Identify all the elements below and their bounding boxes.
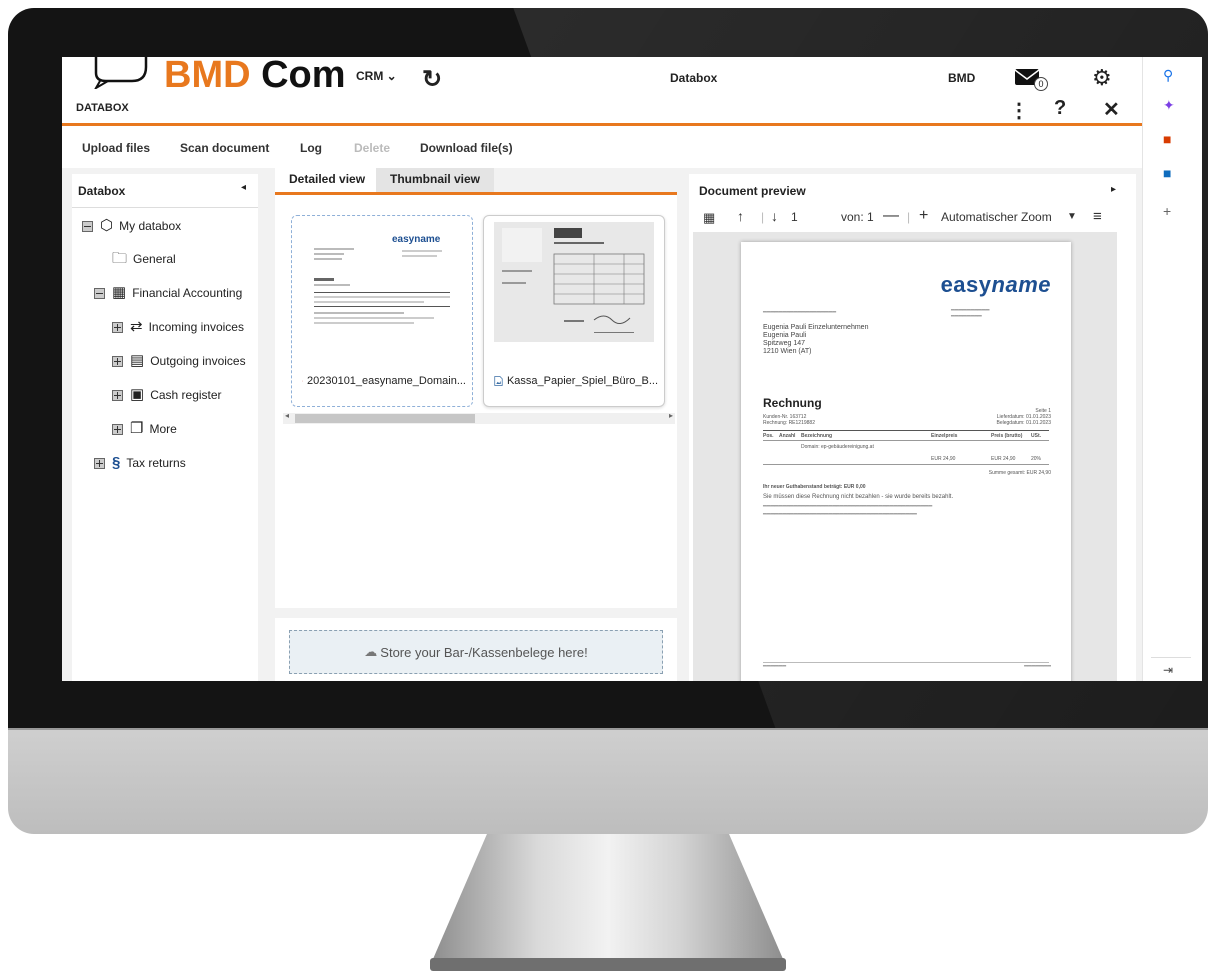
close-icon[interactable]: ✕: [1103, 97, 1120, 122]
document-preview-panel: Document preview ▸ ▦ ↑ | ↓ 1 von: 1 — | …: [689, 174, 1136, 681]
incoming-invoice-icon: ⇄: [130, 318, 143, 335]
add-icon[interactable]: +: [1163, 203, 1171, 219]
office-icon[interactable]: ■: [1163, 131, 1171, 147]
delete-button[interactable]: Delete: [354, 141, 390, 155]
tree-node-financial-accounting[interactable]: ▦ Financial Accounting: [94, 285, 242, 301]
crm-dropdown[interactable]: CRM ⌄: [356, 69, 397, 83]
tree-node-tax-returns[interactable]: § Tax returns: [94, 455, 186, 471]
collapse-left-icon[interactable]: ◂: [241, 182, 246, 193]
monitor-chin: [8, 728, 1208, 834]
collapse-toggle-icon[interactable]: [82, 220, 93, 232]
monitor-stand: [430, 834, 786, 966]
menu-icon[interactable]: ≡: [1093, 208, 1102, 225]
horizontal-scrollbar[interactable]: ◂ ▸: [283, 411, 675, 424]
zoom-select[interactable]: Automatischer Zoom: [941, 210, 1052, 224]
pdf-viewer[interactable]: easyname ▔▔▔▔▔▔▔▔▔▔▔▔▔▔▔▔▔▔▔ ▔▔▔▔▔▔▔▔▔▔ …: [693, 232, 1117, 681]
page-count: von: 1: [841, 210, 874, 224]
file-thumbnail[interactable]: easyname 20230101_easyname_Domain...: [291, 215, 473, 407]
preview-title: Document preview: [699, 184, 806, 198]
dropzone-panel: ☁ Store your Bar-/Kassenbelege here!: [275, 618, 677, 681]
expand-toggle-icon[interactable]: [112, 321, 123, 333]
pdf-page: easyname ▔▔▔▔▔▔▔▔▔▔▔▔▔▔▔▔▔▔▔ ▔▔▔▔▔▔▔▔▔▔ …: [741, 242, 1071, 681]
invoice-heading: Rechnung: [763, 396, 822, 410]
more-vertical-icon[interactable]: ⋮: [1009, 98, 1029, 123]
expand-panel-icon[interactable]: ⇥: [1163, 663, 1173, 677]
tab-detailed-view[interactable]: Detailed view: [275, 168, 380, 192]
content-area: Databox ◂ ⬡ My databox 🗀 General ▦ Finan…: [62, 168, 1142, 681]
chevron-down-icon: ⌄: [386, 69, 397, 83]
next-page-icon[interactable]: ↓: [771, 208, 778, 224]
collapse-toggle-icon[interactable]: [94, 287, 105, 299]
expand-toggle-icon[interactable]: [94, 457, 105, 469]
file-name: Kassa_Papier_Spiel_Büro_B...: [494, 374, 658, 388]
monitor-frame: BMD Com DATABOX CRM ⌄ ↻ Databox BMD 0 ⚙ …: [0, 0, 1216, 971]
app-launcher-sidebar: ⚲ ✦ ■ ■ + ⇥: [1142, 57, 1202, 681]
page-number-input[interactable]: 1: [791, 210, 798, 224]
cube-icon: ⬡: [100, 217, 114, 234]
collapse-right-icon[interactable]: ▸: [1111, 184, 1116, 195]
tree-node-incoming-invoices[interactable]: ⇄ Incoming invoices: [112, 319, 244, 335]
app-screen: BMD Com DATABOX CRM ⌄ ↻ Databox BMD 0 ⚙ …: [62, 57, 1202, 681]
pdf-toolbar: ▦ ↑ | ↓ 1 von: 1 — | + Automatischer Zoo…: [703, 207, 1102, 226]
app-header: BMD Com DATABOX CRM ⌄ ↻ Databox BMD 0 ⚙ …: [62, 57, 1142, 126]
tree-node-cash-register[interactable]: ▣ Cash register: [112, 387, 222, 403]
scroll-right-icon[interactable]: ▸: [669, 411, 673, 420]
search-icon[interactable]: ⚲: [1163, 67, 1173, 84]
building-icon: ▦: [112, 284, 127, 301]
scan-document-button[interactable]: Scan document: [180, 141, 269, 155]
file-thumbnail[interactable]: Kassa_Papier_Spiel_Büro_B...: [483, 215, 665, 407]
receipt-preview-image: [494, 222, 654, 342]
caret-down-icon[interactable]: ▼: [1067, 211, 1077, 222]
documents-icon: ❐: [130, 420, 144, 437]
zoom-in-icon[interactable]: +: [919, 207, 928, 225]
expand-toggle-icon[interactable]: [112, 355, 123, 367]
refresh-icon[interactable]: ↻: [422, 65, 442, 94]
tab-thumbnail-view[interactable]: Thumbnail view: [376, 168, 495, 192]
tree-node-general[interactable]: 🗀 General: [112, 251, 176, 267]
expand-toggle-icon[interactable]: [112, 389, 123, 401]
sidebar-toggle-icon[interactable]: ▦: [703, 210, 715, 226]
svg-text:easyname: easyname: [392, 234, 441, 245]
document-icon: ▤: [130, 352, 145, 369]
download-files-button[interactable]: Download file(s): [420, 141, 513, 155]
view-tabs: Detailed view Thumbnail view: [275, 168, 677, 195]
file-view-panel: Detailed view Thumbnail view easyname 20…: [275, 168, 677, 681]
expand-toggle-icon[interactable]: [112, 423, 123, 435]
module-name: DATABOX: [76, 102, 129, 114]
previous-page-icon[interactable]: ↑: [737, 208, 744, 224]
image-file-icon: [494, 376, 503, 386]
tree-node-more[interactable]: ❐ More: [112, 421, 177, 437]
zoom-out-icon[interactable]: —: [883, 207, 899, 225]
paragraph-icon: §: [112, 454, 121, 471]
pdf-file-icon: [302, 380, 303, 382]
scroll-left-icon[interactable]: ◂: [285, 411, 289, 420]
logo-text: BMD Com: [164, 57, 346, 96]
tree-node-my-databox[interactable]: ⬡ My databox: [82, 218, 181, 234]
log-button[interactable]: Log: [300, 141, 322, 155]
thumbnail-grid: easyname 20230101_easyname_Domain... Kas…: [275, 195, 677, 608]
help-icon[interactable]: ?: [1054, 97, 1066, 120]
tree-title: Databox: [78, 184, 126, 198]
user-name[interactable]: BMD: [948, 71, 975, 85]
scrollbar-thumb[interactable]: [295, 414, 475, 423]
dropzone[interactable]: ☁ Store your Bar-/Kassenbelege here!: [289, 630, 663, 674]
monitor-stand-base: [430, 958, 786, 971]
mail-button[interactable]: 0: [1014, 68, 1048, 92]
invoice-preview-image: easyname: [302, 222, 462, 342]
file-name: 20230101_easyname_Domain...: [302, 375, 466, 387]
folder-icon: 🗀: [112, 250, 128, 267]
cash-register-icon: ▣: [130, 386, 145, 403]
tree-node-outgoing-invoices[interactable]: ▤ Outgoing invoices: [112, 353, 246, 369]
speech-bubble-icon: [94, 57, 148, 89]
upload-files-button[interactable]: Upload files: [82, 141, 150, 155]
mail-count-badge: 0: [1034, 77, 1048, 91]
page-title: Databox: [670, 71, 718, 85]
gear-icon[interactable]: ⚙: [1092, 65, 1112, 91]
toolbar: Upload files Scan document Log Delete Do…: [62, 126, 1142, 168]
outlook-icon[interactable]: ■: [1163, 165, 1171, 181]
cloud-upload-icon: ☁: [364, 644, 378, 659]
databox-tree-panel: Databox ◂ ⬡ My databox 🗀 General ▦ Finan…: [72, 174, 258, 681]
sparkle-icon[interactable]: ✦: [1163, 97, 1175, 114]
easyname-logo: easyname: [940, 272, 1051, 297]
